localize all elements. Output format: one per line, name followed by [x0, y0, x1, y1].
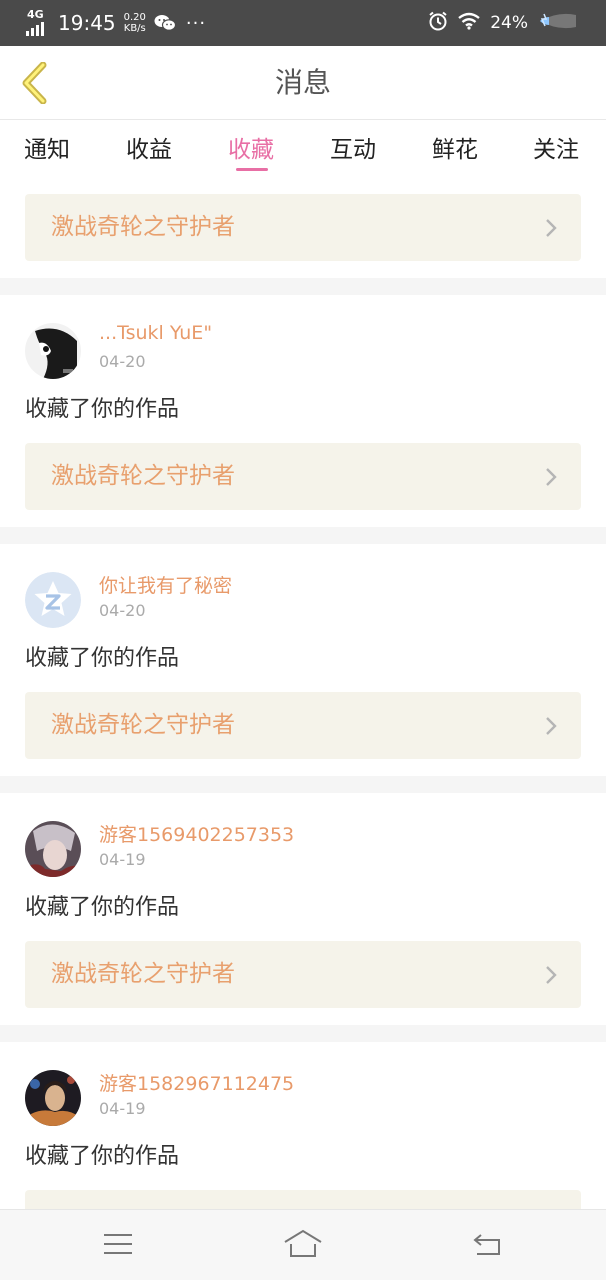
message-date: 04-19	[99, 850, 146, 869]
user-name[interactable]: 你让我有了秘密	[99, 571, 232, 598]
battery-percent: 24%	[490, 13, 528, 33]
signal-icon: 4G	[26, 8, 50, 38]
user-name[interactable]: 游客1569402257353	[99, 820, 294, 847]
work-title: 激战奇轮之守护者	[51, 961, 235, 987]
action-text: 收藏了你的作品	[25, 1144, 180, 1169]
message-date: 04-20	[99, 601, 146, 620]
message-date: 04-19	[99, 1099, 146, 1118]
action-text: 收藏了你的作品	[25, 646, 180, 671]
menu-button[interactable]	[95, 1224, 141, 1264]
user-name[interactable]: 游客1582967112475	[99, 1069, 294, 1096]
work-title: 激战奇轮之守护者	[51, 214, 235, 240]
work-link[interactable]: 激战奇轮之守护者	[25, 194, 581, 261]
avatar[interactable]	[25, 1070, 81, 1126]
work-title: 激战奇轮之守护者	[51, 712, 235, 738]
list-item: 游客1569402257353 04-19 收藏了你的作品 激战奇轮之守护者	[0, 793, 606, 1025]
tab-favorites[interactable]: 收藏	[228, 130, 274, 164]
alarm-icon	[428, 11, 448, 35]
home-button[interactable]	[280, 1224, 326, 1264]
work-link[interactable]: 激战奇轮之守护者	[25, 941, 581, 1008]
avatar[interactable]	[25, 821, 81, 877]
work-link[interactable]	[25, 1190, 581, 1209]
user-name[interactable]: ...Tsukl YuE"	[99, 322, 212, 344]
wifi-icon	[458, 12, 480, 34]
back-icon	[473, 1234, 500, 1255]
tab-flowers[interactable]: 鲜花	[432, 130, 478, 164]
chevron-right-icon	[546, 219, 557, 237]
list-item: 游客1582967112475 04-19 收藏了你的作品	[0, 1042, 606, 1209]
wechat-icon	[154, 14, 176, 32]
page-title: 消息	[274, 66, 331, 99]
battery-icon	[538, 12, 578, 34]
list-item: 激战奇轮之守护者	[0, 178, 606, 278]
system-back-button[interactable]	[464, 1224, 510, 1264]
network-type: 4G	[27, 8, 44, 21]
tab-earnings[interactable]: 收益	[126, 130, 172, 164]
active-tab-indicator	[236, 168, 268, 171]
avatar[interactable]	[25, 572, 81, 628]
home-icon	[284, 1229, 322, 1257]
header: 消息	[0, 46, 606, 120]
chevron-right-icon	[546, 468, 557, 486]
tab-interactions[interactable]: 互动	[330, 130, 376, 164]
avatar[interactable]	[25, 323, 81, 379]
work-link[interactable]: 激战奇轮之守护者	[25, 443, 581, 510]
status-bar: 4G 19:45 0.20 KB/s ··· 24%	[0, 0, 606, 46]
tab-bar: 通知 收益 收藏 互动 鲜花 关注	[0, 120, 606, 178]
system-nav-bar	[0, 1209, 606, 1280]
tab-follows[interactable]: 关注	[533, 130, 579, 164]
work-title: 激战奇轮之守护者	[51, 463, 235, 489]
message-date: 04-20	[99, 352, 146, 371]
chevron-right-icon	[546, 717, 557, 735]
menu-icon	[104, 1234, 132, 1254]
clock: 19:45	[58, 11, 116, 35]
chevron-right-icon	[546, 966, 557, 984]
action-text: 收藏了你的作品	[25, 397, 180, 422]
list-item: 你让我有了秘密 04-20 收藏了你的作品 激战奇轮之守护者	[0, 544, 606, 776]
work-link[interactable]: 激战奇轮之守护者	[25, 692, 581, 759]
message-list[interactable]: 激战奇轮之守护者 ...Tsukl YuE" 04-20 收藏了你的作品 激战奇…	[0, 178, 606, 1209]
tab-notifications[interactable]: 通知	[24, 130, 70, 164]
list-item: ...Tsukl YuE" 04-20 收藏了你的作品 激战奇轮之守护者	[0, 295, 606, 527]
action-text: 收藏了你的作品	[25, 895, 180, 920]
more-dots-icon: ···	[185, 12, 207, 34]
network-speed: 0.20 KB/s	[123, 12, 146, 34]
